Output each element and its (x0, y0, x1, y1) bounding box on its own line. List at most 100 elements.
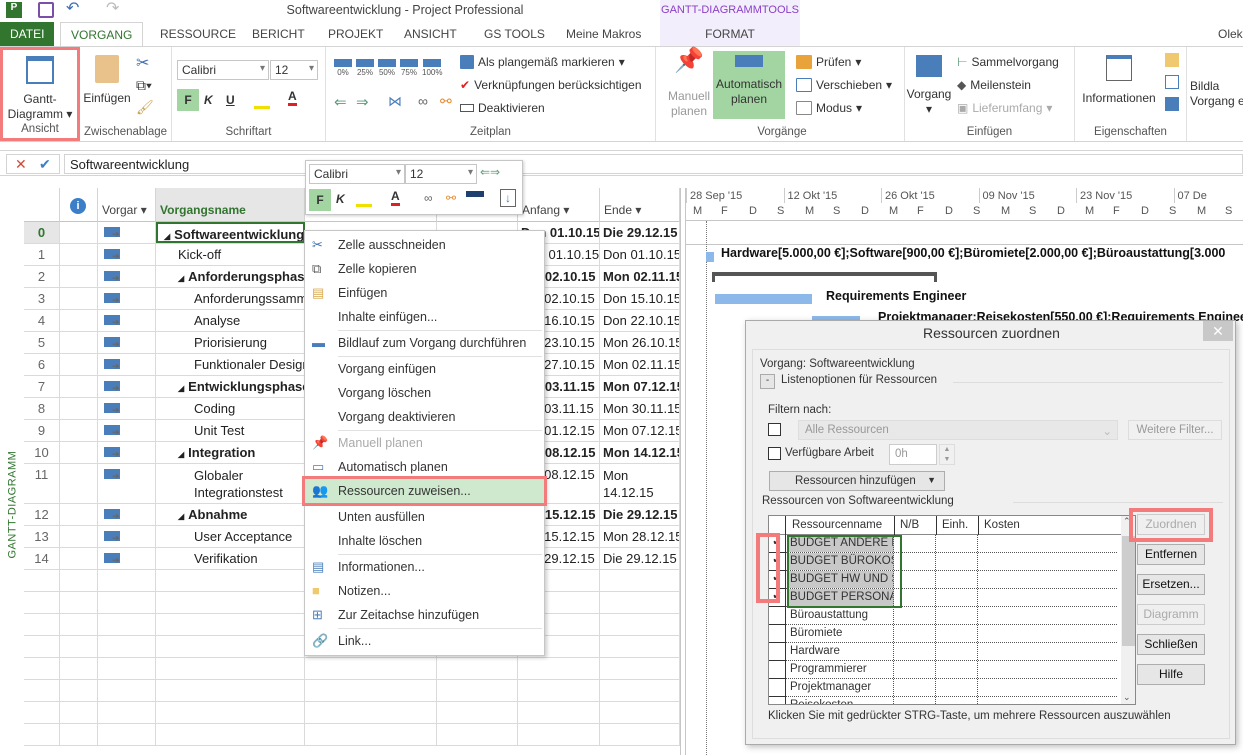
empty-cell[interactable] (98, 724, 156, 745)
resource-name-cell[interactable]: Programmierer (787, 661, 894, 678)
menu-item-vorgang-löschen[interactable]: Vorgang löschen (305, 381, 544, 405)
tab-projekt[interactable]: PROJEKT (318, 22, 393, 46)
nb-cell[interactable] (894, 625, 936, 642)
end-cell[interactable]: Mon 07.12.15 (600, 420, 680, 441)
row-id[interactable]: 5 (24, 332, 60, 353)
unlink-tasks-icon[interactable]: ⚯ (440, 93, 452, 110)
indent-icon[interactable]: ⇒ (356, 93, 369, 111)
costs-cell[interactable] (978, 553, 1121, 570)
task-name-cell[interactable]: Funktionaler Design (156, 354, 305, 375)
end-cell[interactable]: Mon 14.12.15 (600, 464, 680, 503)
header-end[interactable]: Ende ▾ (600, 188, 680, 222)
empty-cell[interactable] (518, 702, 600, 723)
empty-cell[interactable] (98, 702, 156, 723)
empty-cell[interactable] (305, 702, 437, 723)
assign-cell[interactable] (769, 625, 786, 643)
empty-cell[interactable] (600, 680, 680, 701)
cancel-icon[interactable]: ✕ (15, 156, 27, 173)
task-mode-cell[interactable] (98, 442, 156, 463)
empty-row[interactable] (24, 680, 680, 702)
respect-links-button[interactable]: ✔ Verknüpfungen berücksichtigen (460, 78, 642, 92)
format-painter-icon[interactable]: 🖌 (136, 99, 154, 116)
empty-cell[interactable] (98, 680, 156, 701)
help-button[interactable]: Hilfe (1137, 664, 1205, 685)
add-resources-button[interactable]: Ressourcen hinzufügen ▼ (769, 471, 945, 491)
mini-scroll-icon[interactable]: ↓ (500, 189, 516, 207)
task-name-cell[interactable]: Analyse (156, 310, 305, 331)
empty-cell[interactable] (518, 724, 600, 745)
tab-ressource[interactable]: RESSOURCE (150, 22, 246, 46)
menu-item-einfügen[interactable]: ▤ Einfügen (305, 281, 544, 305)
col-units[interactable]: Einh. (936, 516, 968, 535)
resource-name-cell[interactable]: Büromiete (787, 625, 894, 642)
end-cell[interactable]: Mon 14.12.15 (600, 442, 680, 463)
nb-cell[interactable] (894, 679, 936, 696)
auto-schedule-button[interactable]: Automatisch planen (713, 51, 785, 119)
menu-item-ressourcen-zuweisen[interactable]: 👥 Ressourcen zuweisen... (302, 476, 547, 506)
row-id[interactable]: 10 (24, 442, 60, 463)
milestone-button[interactable]: ◆ Meilenstein (957, 78, 1031, 92)
empty-cell[interactable] (156, 724, 305, 745)
task-name-cell[interactable]: Globaler Integrationstest (156, 464, 305, 503)
font-size-select[interactable]: 12 (270, 60, 318, 80)
end-cell[interactable]: Mon 26.10.15 (600, 332, 680, 353)
collapse-icon[interactable]: ◢ (178, 512, 184, 521)
empty-cell[interactable] (60, 680, 98, 701)
header-corner[interactable] (24, 188, 60, 222)
header-mode[interactable]: Vorgar ▾ (98, 188, 156, 222)
empty-cell[interactable] (60, 636, 98, 657)
units-cell[interactable] (936, 643, 978, 660)
more-filters-button[interactable]: Weitere Filter... (1128, 420, 1222, 440)
task-name-cell[interactable]: User Acceptance (156, 526, 305, 547)
move-button[interactable]: Verschieben ▾ (796, 78, 892, 92)
empty-row[interactable] (24, 702, 680, 724)
empty-cell[interactable] (24, 658, 60, 679)
costs-cell[interactable] (978, 625, 1121, 642)
menu-item-inhalte-löschen[interactable]: Inhalte löschen (305, 529, 544, 553)
available-work-input[interactable]: 0h (889, 444, 937, 465)
empty-cell[interactable] (60, 658, 98, 679)
menu-item-zelle-ausschneiden[interactable]: ✂ Zelle ausschneiden (305, 233, 544, 257)
font-color-icon[interactable]: A (288, 89, 297, 106)
empty-cell[interactable] (98, 658, 156, 679)
units-cell[interactable] (936, 589, 978, 606)
end-cell[interactable]: Mon 07.12.15 (600, 376, 680, 397)
costs-cell[interactable] (978, 607, 1121, 624)
row-id[interactable]: 3 (24, 288, 60, 309)
menu-item-bildlauf-zum-vorgang-durchführen[interactable]: ▬ Bildlauf zum Vorgang durchführen (305, 331, 544, 355)
task-name-cell[interactable]: ◢ Abnahme (156, 504, 305, 525)
nb-cell[interactable] (894, 607, 936, 624)
menu-item-notizen[interactable]: ■ Notizen... (305, 579, 544, 603)
units-cell[interactable] (936, 553, 978, 570)
tab-vorgang[interactable]: VORGANG (60, 22, 144, 46)
collapse-options-button[interactable]: - (760, 374, 775, 389)
costs-cell[interactable] (978, 643, 1121, 660)
collapse-icon[interactable]: ◢ (178, 384, 184, 393)
empty-cell[interactable] (98, 592, 156, 613)
percent-complete-0-button[interactable]: 0% (334, 59, 352, 77)
menu-item-unten-ausfüllen[interactable]: Unten ausfüllen (305, 505, 544, 529)
row-id[interactable]: 0 (24, 222, 60, 243)
task-mode-cell[interactable] (98, 398, 156, 419)
resource-name-cell[interactable]: Büroaustattung (787, 607, 894, 624)
add-to-timeline-icon[interactable] (1165, 97, 1179, 111)
collapse-icon[interactable]: ◢ (178, 274, 184, 283)
tab-format[interactable]: FORMAT (660, 22, 800, 46)
row-id[interactable]: 14 (24, 548, 60, 569)
end-cell[interactable]: Die 29.12.15 (600, 548, 680, 569)
empty-cell[interactable] (600, 724, 680, 745)
units-cell[interactable] (936, 535, 978, 552)
mini-size-select[interactable]: 12 (405, 164, 477, 184)
task-name-cell[interactable]: Anforderungssammlung (156, 288, 305, 309)
percent-complete-75-button[interactable]: 75% (400, 59, 418, 77)
row-id[interactable]: 8 (24, 398, 60, 419)
task-name-cell[interactable]: Verifikation (156, 548, 305, 569)
resource-scrollbar[interactable]: ⌃ ⌄ (1121, 516, 1135, 704)
tab-bericht[interactable]: BERICHT (242, 22, 315, 46)
mini-unlink-icon[interactable]: ⚯ (446, 191, 456, 205)
costs-cell[interactable] (978, 697, 1121, 704)
row-id[interactable]: 7 (24, 376, 60, 397)
underline-button[interactable]: U (226, 93, 235, 107)
resource-name-cell[interactable]: Reisekosten (787, 697, 894, 704)
task-mode-cell[interactable] (98, 354, 156, 375)
